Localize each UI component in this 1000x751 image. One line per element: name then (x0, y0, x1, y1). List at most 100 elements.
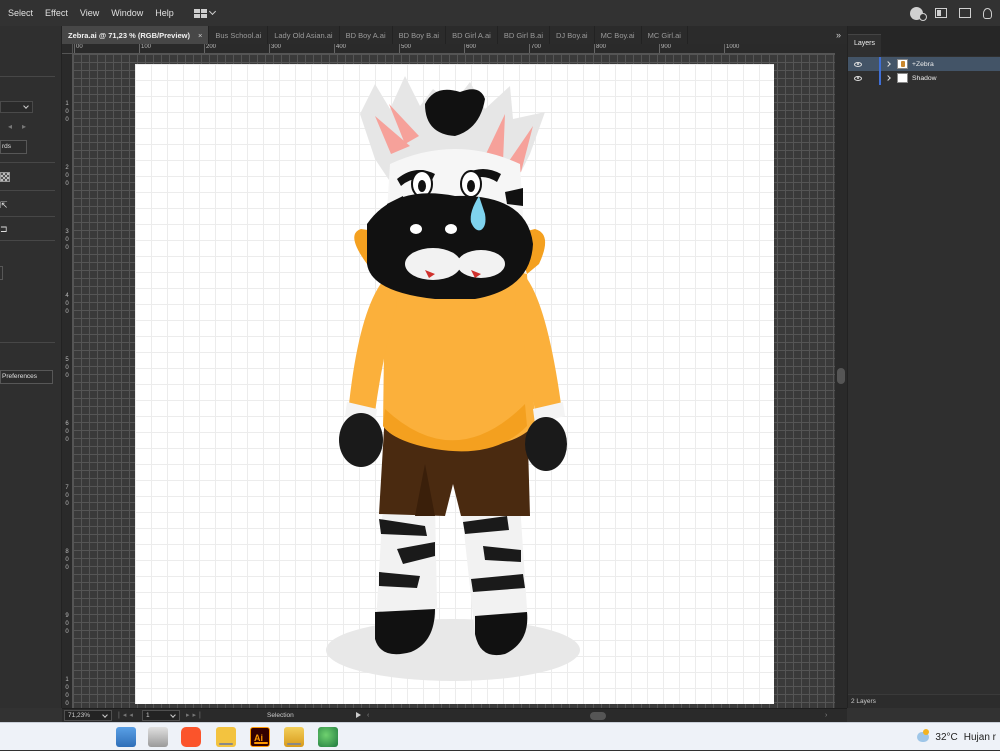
tab-overflow-icon[interactable]: » (830, 26, 847, 44)
tab-bus-school[interactable]: Bus School.ai (209, 26, 269, 44)
ruler-origin[interactable] (62, 44, 73, 54)
windows-explorer-icon[interactable] (116, 727, 136, 747)
brave-browser-icon[interactable] (181, 727, 201, 747)
tab-zebra[interactable]: Zebra.ai @ 71,23 % (RGB/Preview) × (62, 26, 210, 44)
canvas[interactable] (73, 54, 835, 708)
download-manager-icon[interactable] (318, 727, 338, 747)
artboard-nav-icon[interactable]: ◂▸ (8, 122, 36, 131)
vertical-scrollbar[interactable] (835, 44, 847, 708)
divider (0, 216, 55, 217)
workspace-switcher-icon[interactable] (193, 7, 216, 18)
ruler-tick (204, 44, 205, 53)
menu-select[interactable]: Select (0, 0, 39, 26)
temperature[interactable]: 32°C (935, 732, 957, 743)
ruler-label: 900 (661, 44, 672, 50)
ruler-tick (724, 44, 725, 53)
preferences-button[interactable]: Preferences (0, 370, 53, 384)
artboards-button[interactable]: rds (0, 140, 27, 154)
panel-tab-strip: Layers (848, 26, 1000, 56)
tab-mc-boy[interactable]: MC Boy.ai (595, 26, 642, 44)
system-tray: 32°C Hujan r (917, 723, 1000, 751)
tab-label: Zebra.ai @ 71,23 % (RGB/Preview) (68, 30, 190, 40)
horizontal-ruler[interactable]: 00 100 200 300 400 500 600 700 800 900 1000 (73, 44, 835, 54)
left-hand (339, 413, 383, 467)
arrange-documents-icon[interactable] (935, 8, 947, 18)
tab-dj-boy[interactable]: DJ Boy.ai (550, 26, 595, 44)
ruler-label: 100 (141, 44, 152, 50)
ruler-label: 300 (271, 44, 282, 50)
menu-window[interactable]: Window (105, 0, 149, 26)
scroll-left-icon[interactable]: ‹ (367, 709, 369, 722)
layer-name[interactable]: +Zebra (912, 61, 934, 68)
tab-bd-boy-a[interactable]: BD Boy A.ai (340, 26, 393, 44)
vertical-ruler[interactable]: 1 0 0 2 0 0 3 0 0 4 0 0 5 0 0 6 0 0 7 0 0 8 0 0… (62, 54, 73, 708)
value-field[interactable] (0, 266, 3, 280)
ruler-label: 1 0 0 (65, 101, 69, 123)
artboard-select[interactable] (0, 101, 33, 113)
window-icon[interactable] (959, 8, 971, 18)
file-explorer-icon[interactable] (216, 727, 236, 747)
menu-effect[interactable]: Effect (39, 0, 74, 26)
tab-bd-boy-b[interactable]: BD Boy B.ai (393, 26, 447, 44)
scroll-right-icon[interactable]: › (825, 709, 827, 722)
layer-thumbnail (897, 73, 908, 83)
ruler-tick (139, 44, 140, 53)
tab-label: MC Girl.ai (647, 30, 681, 40)
zebra-head (360, 76, 545, 299)
windows-taskbar: Ai 32°C Hujan r (0, 722, 1000, 750)
account-icon[interactable] (910, 6, 927, 21)
ruler-label: 2 0 0 (65, 165, 69, 187)
tab-mc-girl[interactable]: MC Girl.ai (642, 26, 688, 44)
tab-label: Bus School.ai (215, 30, 262, 40)
tab-lady-old-asian[interactable]: Lady Old Asian.ai (268, 26, 340, 44)
tab-label: DJ Boy.ai (556, 30, 588, 40)
layer-thumbnail (897, 59, 908, 69)
eye-icon[interactable] (854, 75, 862, 81)
horizontal-scroll-thumb[interactable] (590, 712, 606, 720)
scroll-thumb[interactable] (837, 368, 845, 384)
align-icon[interactable]: ⊐ (0, 224, 10, 234)
ruler-tick (464, 44, 465, 53)
tab-bd-girl-a[interactable]: BD Girl A.ai (446, 26, 498, 44)
layer-row-shadow[interactable]: Shadow (848, 71, 1000, 85)
media-player-icon[interactable] (284, 727, 304, 747)
discover-icon[interactable] (983, 7, 992, 19)
paint-app-icon[interactable] (148, 727, 168, 747)
snap-to-pixel-icon[interactable]: ⇱ (0, 200, 10, 210)
transparency-grid-icon[interactable] (0, 172, 10, 182)
ruler-tick (659, 44, 660, 53)
weather-icon[interactable] (917, 729, 930, 742)
next-artboard-icon[interactable]: ▸▸| (186, 709, 204, 722)
ruler-label: 200 (206, 44, 217, 50)
layer-row-zebra[interactable]: +Zebra (848, 57, 1000, 71)
artboard-number-field[interactable]: 1 (142, 710, 180, 721)
artboard[interactable] (135, 64, 774, 704)
expand-icon[interactable] (885, 75, 891, 81)
tab-layers[interactable]: Layers (848, 34, 882, 56)
ruler-label: 5 0 0 (65, 357, 69, 379)
current-tool-label: Selection (267, 712, 294, 719)
menu-help[interactable]: Help (149, 0, 180, 26)
expand-icon[interactable] (885, 61, 891, 67)
play-icon[interactable] (356, 712, 361, 718)
layer-name[interactable]: Shadow (912, 75, 937, 82)
properties-panel: ◂▸ rds ⇱ ⊐ Preferences (0, 26, 62, 708)
menu-view[interactable]: View (74, 0, 105, 26)
ruler-label: 00 (76, 44, 83, 50)
document-tab-bar: Zebra.ai @ 71,23 % (RGB/Preview) × Bus S… (62, 26, 847, 44)
tab-label: BD Girl A.ai (452, 30, 491, 40)
weather-text[interactable]: Hujan r (964, 732, 996, 743)
illustrator-icon[interactable]: Ai (250, 727, 270, 747)
ruler-label: 4 0 0 (65, 293, 69, 315)
tab-bd-girl-b[interactable]: BD Girl B.ai (498, 26, 551, 44)
ruler-label: 9 0 0 (65, 613, 69, 635)
eye-icon[interactable] (854, 61, 862, 67)
divider (0, 190, 55, 191)
prev-artboard-icon[interactable]: |◂◂ (118, 709, 136, 722)
zebra-illustration[interactable] (135, 64, 774, 704)
ruler-label: 600 (466, 44, 477, 50)
close-icon[interactable]: × (198, 31, 202, 40)
zoom-field[interactable]: 71,23% (64, 710, 112, 721)
ruler-tick (529, 44, 530, 53)
ruler-tick (399, 44, 400, 53)
